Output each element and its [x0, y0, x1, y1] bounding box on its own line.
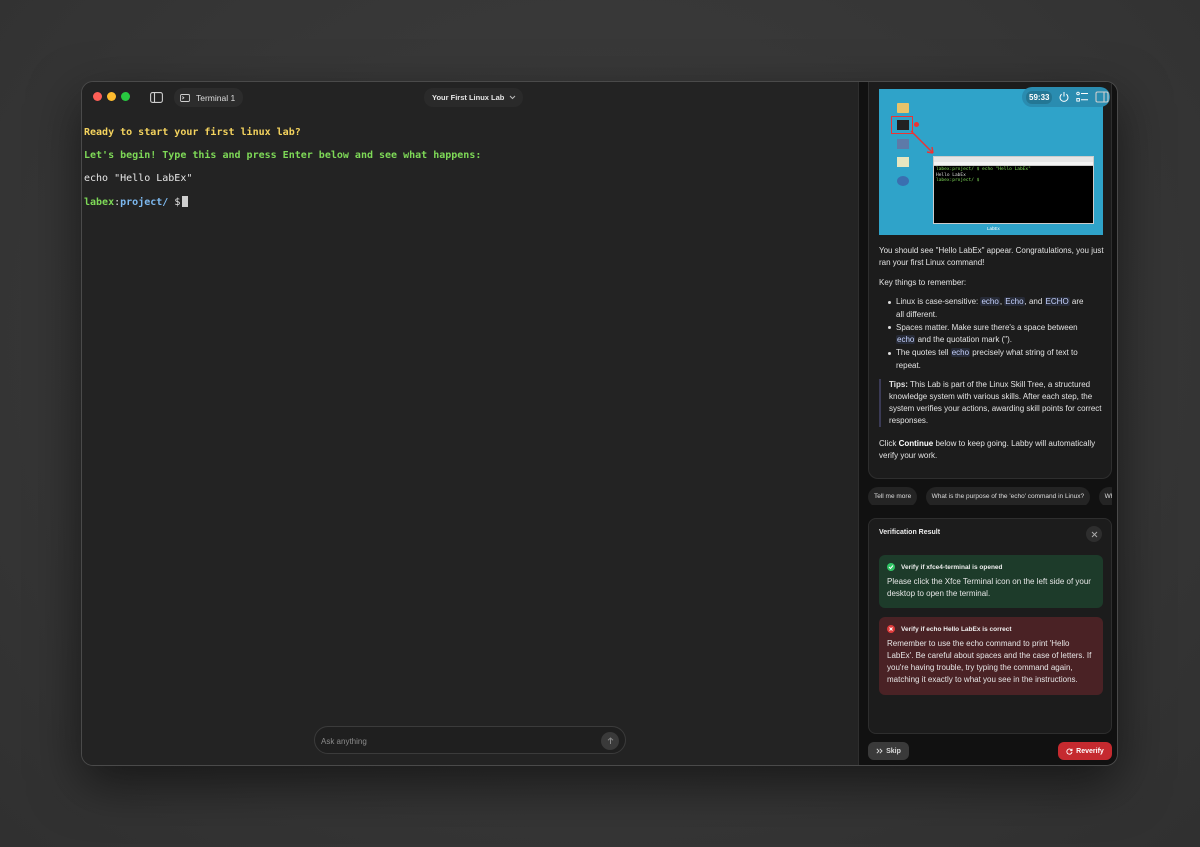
close-window-button[interactable] [93, 92, 102, 101]
list-item: Linux is case-sensitive: echo, Echo, and… [886, 296, 1086, 321]
mini-terminal: labex:project/ $ echo "Hello LabEx" Hell… [933, 156, 1094, 224]
panel-toggle-icon[interactable] [1095, 90, 1109, 104]
desktop-label: LabEx [987, 226, 1000, 231]
minimize-window-button[interactable] [107, 92, 116, 101]
continue-paragraph: Click Continue below to keep going. Labb… [879, 439, 1096, 460]
prompt-symbol: $ [168, 197, 181, 208]
terminal-cursor [182, 196, 189, 207]
suggestion-chip[interactable]: Wh [1098, 487, 1112, 505]
notes-icon [897, 157, 909, 167]
tips-label: Tips: [889, 380, 908, 389]
check-icon [887, 563, 895, 571]
instructions-card: labex:project/ $ echo "Hello LabEx" Hell… [868, 82, 1112, 479]
terminal-line: Ready to start your first linux lab? [84, 127, 301, 138]
terminal-line: echo "Hello LabEx" [84, 173, 193, 184]
tips-callout: Tips: This Lab is part of the Linux Skil… [879, 379, 1103, 427]
app-window: Terminal 1 Your First Linux Lab Ready to… [81, 81, 1118, 766]
error-icon [887, 625, 895, 633]
network-icon [897, 176, 909, 186]
lab-title: Your First Linux Lab [432, 93, 505, 102]
verification-failure: Verify if echo Hello LabEx is correct Re… [879, 617, 1103, 695]
skip-label: Skip [886, 747, 901, 755]
verification-success: Verify if xfce4-terminal is opened Pleas… [879, 555, 1103, 608]
marker-dot [914, 122, 919, 127]
terminal-app-icon [897, 120, 909, 130]
tab-terminal-1[interactable]: Terminal 1 [174, 88, 244, 107]
instruction-screenshot: labex:project/ $ echo "Hello LabEx" Hell… [879, 89, 1103, 235]
mini-terminal-line: labex:project/ $ [936, 178, 980, 183]
arrow-icon [910, 130, 934, 154]
folder-icon [897, 103, 909, 113]
suggestion-chip[interactable]: What is the purpose of the 'echo' comman… [925, 487, 1091, 505]
terminal-icon [180, 93, 190, 102]
success-body: Please click the Xfce Terminal icon on t… [887, 577, 1091, 598]
ask-box [314, 726, 626, 754]
failure-title: Verify if echo Hello LabEx is correct [901, 625, 1012, 633]
prompt-host: labex [84, 197, 115, 208]
tab-label: Terminal 1 [196, 92, 236, 103]
success-title: Verify if xfce4-terminal is opened [901, 563, 1003, 571]
terminal-pane[interactable]: Terminal 1 Your First Linux Lab Ready to… [82, 82, 858, 765]
list-item: The quotes tell echo precisely what stri… [886, 347, 1086, 372]
skip-button[interactable]: Skip [868, 742, 909, 760]
verification-panel: Verification Result Verify if xfce4-term… [868, 518, 1112, 734]
timer: 59:33 [1026, 90, 1053, 104]
title-bar: Terminal 1 Your First Linux Lab [82, 82, 858, 112]
intro-paragraph: You should see "Hello LabEx" appear. Con… [879, 246, 1104, 267]
chevron-down-icon [510, 95, 516, 100]
prompt-path: project/ [120, 197, 169, 208]
editor-icon [897, 139, 909, 149]
close-verification-button[interactable] [1086, 526, 1102, 542]
sidebar-icon [149, 91, 163, 103]
reverify-label: Reverify [1076, 747, 1104, 755]
suggestion-chips: Tell me more What is the purpose of the … [868, 485, 1112, 505]
close-icon [1091, 531, 1097, 537]
verification-title: Verification Result [879, 529, 941, 536]
ask-input[interactable] [321, 733, 591, 749]
key-points-list: Linux is case-sensitive: echo, Echo, and… [886, 296, 1086, 373]
suggestion-chip[interactable]: Tell me more [868, 487, 918, 505]
key-heading: Key things to remember: [879, 278, 967, 287]
reverify-button[interactable]: Reverify [1058, 742, 1112, 760]
sidebar-toggle-button[interactable] [146, 88, 166, 106]
terminal-line: Let's begin! Type this and press Enter b… [84, 150, 482, 161]
lab-title-dropdown[interactable]: Your First Linux Lab [424, 88, 524, 107]
lab-panel: labex:project/ $ echo "Hello LabEx" Hell… [858, 82, 1117, 765]
failure-body: Remember to use the echo command to prin… [887, 639, 1092, 684]
checklist-icon[interactable] [1076, 91, 1089, 103]
arrow-up-icon [607, 737, 613, 744]
terminal-prompt[interactable]: labex:project/ $ [84, 196, 189, 209]
send-button[interactable] [601, 732, 619, 750]
refresh-icon [1066, 748, 1073, 755]
skip-icon [876, 748, 883, 754]
maximize-window-button[interactable] [121, 92, 130, 101]
tips-text: This Lab is part of the Linux Skill Tree… [889, 380, 1102, 425]
list-item: Spaces matter. Make sure there's a space… [886, 322, 1086, 347]
power-icon[interactable] [1058, 91, 1070, 103]
